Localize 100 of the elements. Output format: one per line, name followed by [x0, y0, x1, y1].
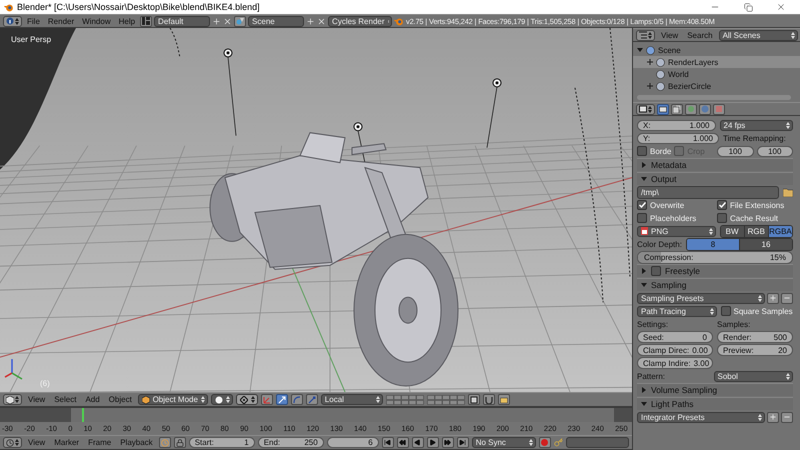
checkbox[interactable]	[637, 200, 647, 210]
remove-preset-button[interactable]	[781, 292, 793, 304]
integrator-dropdown[interactable]: Path Tracing	[637, 306, 716, 316]
panel-header[interactable]: Sampling	[637, 278, 793, 291]
playback-button[interactable]	[426, 437, 439, 448]
playback-button[interactable]	[382, 437, 394, 448]
number-field[interactable]: Preview: 20	[717, 344, 793, 356]
frame-rate-dropdown[interactable]: 24 fps	[720, 120, 793, 130]
orientation-dropdown[interactable]: Local	[320, 394, 383, 405]
editor-type-button[interactable]	[636, 104, 655, 114]
add-icon[interactable]	[212, 16, 222, 26]
translate-tool-button[interactable]	[276, 394, 288, 405]
playback-button[interactable]	[456, 437, 469, 448]
playback-button[interactable]	[412, 437, 424, 448]
checkbox[interactable]	[717, 200, 727, 210]
number-field[interactable]: Clamp Direc: 0.00	[637, 344, 713, 356]
editor-type-button[interactable]	[636, 30, 655, 40]
number-field[interactable]: Render: 500	[717, 331, 793, 343]
timeline-track[interactable]	[0, 407, 632, 422]
properties-tab[interactable]	[685, 104, 697, 114]
checkbox[interactable]	[717, 213, 727, 223]
number-field[interactable]: Seed: 0	[637, 331, 713, 343]
menu-item[interactable]: Object	[106, 394, 135, 406]
color-mode-button[interactable]: RGB	[744, 226, 768, 236]
outliner-row[interactable]: Scene	[633, 44, 800, 56]
file-format-dropdown[interactable]: PNG	[637, 226, 716, 236]
presets-dropdown[interactable]: Sampling Presets	[637, 292, 765, 304]
checkbox[interactable]	[720, 306, 730, 316]
panel-header[interactable]: Volume Sampling	[637, 383, 793, 396]
number-field[interactable]: Clamp Indire: 3.00	[637, 357, 713, 369]
layout-field[interactable]: Default	[154, 16, 210, 26]
editor-type-button[interactable]	[3, 16, 22, 26]
editor-type-button[interactable]	[3, 437, 22, 448]
number-field[interactable]: Start: 1	[188, 437, 255, 448]
outliner-row[interactable]: RenderLayers	[633, 56, 800, 68]
remove-preset-button[interactable]	[781, 412, 793, 422]
pattern-dropdown[interactable]: Sobol	[714, 370, 793, 382]
output-path-field[interactable]: /tmp\	[637, 186, 779, 198]
lock-button[interactable]	[174, 437, 186, 448]
color-depth-button[interactable]: 8	[686, 238, 739, 250]
panel-header[interactable]: Output	[637, 172, 793, 185]
shading-dropdown[interactable]	[210, 394, 233, 405]
panel-header[interactable]: Metadata	[637, 158, 793, 171]
menu-item[interactable]: View	[25, 436, 48, 448]
menu-item[interactable]: Search	[684, 29, 716, 41]
checkbox[interactable]	[651, 266, 661, 276]
number-field[interactable]: X: 1.000	[637, 120, 716, 130]
menu-item[interactable]: Frame	[85, 436, 114, 448]
sync-dropdown[interactable]: No Sync	[472, 437, 536, 448]
outliner-row[interactable]: World	[633, 68, 800, 80]
preview-range-button[interactable]	[158, 437, 171, 448]
menu-item[interactable]: Help	[116, 15, 138, 27]
manipulator-toggle[interactable]	[260, 394, 273, 405]
menu-item[interactable]: Window	[79, 15, 114, 27]
scene-field[interactable]: Scene	[248, 16, 304, 26]
number-field[interactable]: Y: 1.000	[637, 132, 719, 144]
checkbox[interactable]	[637, 213, 647, 223]
number-field[interactable]: 100	[717, 146, 754, 156]
scene-button[interactable]	[234, 16, 246, 26]
editor-type-button[interactable]	[3, 394, 22, 405]
keying-set-field[interactable]	[566, 437, 629, 448]
properties-tab[interactable]	[657, 104, 669, 114]
presets-dropdown[interactable]: Integrator Presets	[637, 412, 765, 422]
pivot-dropdown[interactable]	[236, 394, 258, 405]
scrollbar[interactable]	[637, 95, 791, 100]
menu-item[interactable]: Add	[82, 394, 103, 406]
color-mode-button[interactable]: RGBA	[768, 226, 792, 236]
playback-button[interactable]	[442, 437, 454, 448]
current-frame-field[interactable]: 6	[326, 437, 379, 448]
lock-layers-button[interactable]	[468, 394, 480, 405]
color-depth-button[interactable]: 16	[738, 238, 792, 250]
outliner-row[interactable]: BezierCircle	[633, 80, 800, 92]
panel-header[interactable]: Freestyle	[637, 264, 793, 277]
record-button[interactable]	[538, 437, 551, 448]
color-mode-button[interactable]: BW	[720, 226, 744, 236]
mode-dropdown[interactable]: Object Mode	[138, 394, 208, 405]
panel-header[interactable]: Light Paths	[637, 397, 793, 410]
display-filter-dropdown[interactable]: All Scenes	[718, 30, 798, 40]
properties-tab[interactable]	[671, 104, 683, 114]
menu-item[interactable]: Playback	[117, 436, 156, 448]
close-icon[interactable]	[223, 16, 232, 26]
number-field[interactable]: 100	[756, 146, 793, 156]
render-button[interactable]	[498, 394, 510, 405]
checkbox[interactable]	[637, 146, 647, 156]
menu-item[interactable]: Render	[44, 15, 78, 27]
add-preset-button[interactable]	[767, 412, 779, 422]
scale-tool-button[interactable]	[306, 394, 318, 405]
snap-button[interactable]	[482, 394, 495, 405]
menu-item[interactable]: View	[658, 29, 682, 41]
add-icon[interactable]	[306, 16, 316, 26]
number-field[interactable]: End: 250	[258, 437, 324, 448]
render-engine-dropdown[interactable]: Cycles Render	[328, 16, 392, 26]
playback-button[interactable]	[396, 437, 409, 448]
screen-layout-button[interactable]	[140, 16, 152, 26]
menu-item[interactable]: File	[24, 15, 43, 27]
menu-item[interactable]: Select	[51, 394, 80, 406]
close-icon[interactable]	[317, 16, 326, 26]
menu-item[interactable]: View	[25, 394, 48, 406]
compression-slider[interactable]: Compression: 15%	[637, 250, 793, 264]
current-frame-line[interactable]	[82, 408, 84, 422]
